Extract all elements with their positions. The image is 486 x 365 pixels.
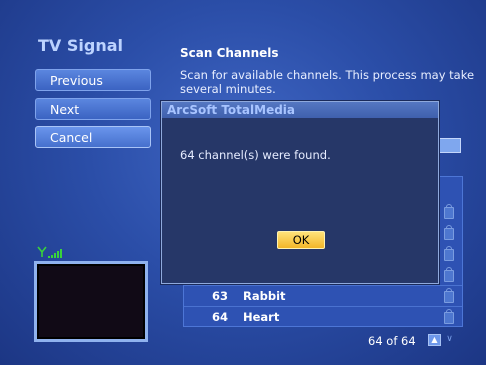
- dialog-title: ArcSoft TotalMedia: [162, 102, 438, 118]
- lock-icon[interactable]: [444, 267, 454, 282]
- lock-icon[interactable]: [444, 246, 454, 261]
- next-button[interactable]: Next: [35, 98, 151, 120]
- channel-row[interactable]: 63 Rabbit: [184, 285, 462, 307]
- page-indicator: 64 of 64: [368, 334, 416, 348]
- results-dialog: ArcSoft TotalMedia 64 channel(s) were fo…: [161, 101, 439, 284]
- page-title: TV Signal: [38, 36, 123, 55]
- dialog-message: 64 channel(s) were found.: [180, 148, 331, 162]
- section-heading: Scan Channels: [180, 46, 279, 60]
- lock-icon[interactable]: [444, 204, 454, 219]
- ok-button[interactable]: OK: [277, 231, 325, 249]
- section-description: Scan for available channels. This proces…: [180, 68, 475, 96]
- scan-progress-control: [437, 138, 461, 153]
- channel-name: Rabbit: [243, 289, 286, 303]
- channel-name: Heart: [243, 310, 280, 324]
- scroll-up-icon[interactable]: ▲: [428, 334, 441, 346]
- cancel-button[interactable]: Cancel: [35, 126, 151, 148]
- tv-preview: [34, 261, 148, 342]
- channel-row[interactable]: 64 Heart: [184, 306, 462, 328]
- signal-strength-icon: [37, 246, 62, 258]
- tv-preview-screen: [39, 266, 143, 337]
- lock-icon[interactable]: [444, 309, 454, 324]
- channel-number: 63: [212, 289, 229, 303]
- dialog-body: 64 channel(s) were found. OK: [162, 118, 438, 283]
- channel-number: 64: [212, 310, 229, 324]
- previous-button[interactable]: Previous: [35, 69, 151, 91]
- scroll-down-icon[interactable]: ∨: [443, 334, 456, 346]
- lock-icon[interactable]: [444, 225, 454, 240]
- lock-icon[interactable]: [444, 288, 454, 303]
